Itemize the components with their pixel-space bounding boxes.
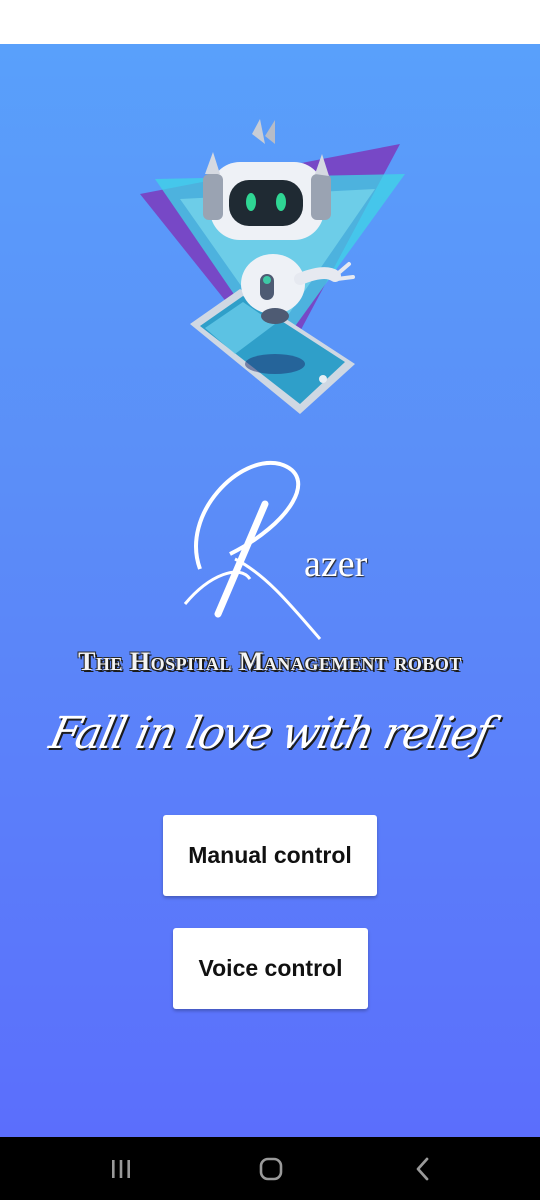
back-icon (416, 1157, 429, 1180)
home-button[interactable] (226, 1137, 316, 1200)
home-icon (259, 1157, 283, 1180)
brand-name: azer (304, 543, 368, 585)
voice-control-button[interactable]: Voice control (173, 928, 368, 1009)
recents-icon (112, 1159, 130, 1178)
system-nav-bar (0, 1137, 540, 1200)
recents-button[interactable] (76, 1137, 166, 1200)
status-bar (0, 0, 540, 44)
app-subtitle: The Hospital Management robot (78, 647, 462, 676)
manual-control-button[interactable]: Manual control (163, 815, 377, 896)
app-main-screen: azer The Hospital Management robot Fall … (0, 44, 540, 1137)
brand-logo: azer (170, 454, 370, 644)
robot-phone-illustration (125, 114, 415, 414)
back-button[interactable] (378, 1137, 468, 1200)
app-tagline: Fall in love with relief (45, 708, 495, 759)
